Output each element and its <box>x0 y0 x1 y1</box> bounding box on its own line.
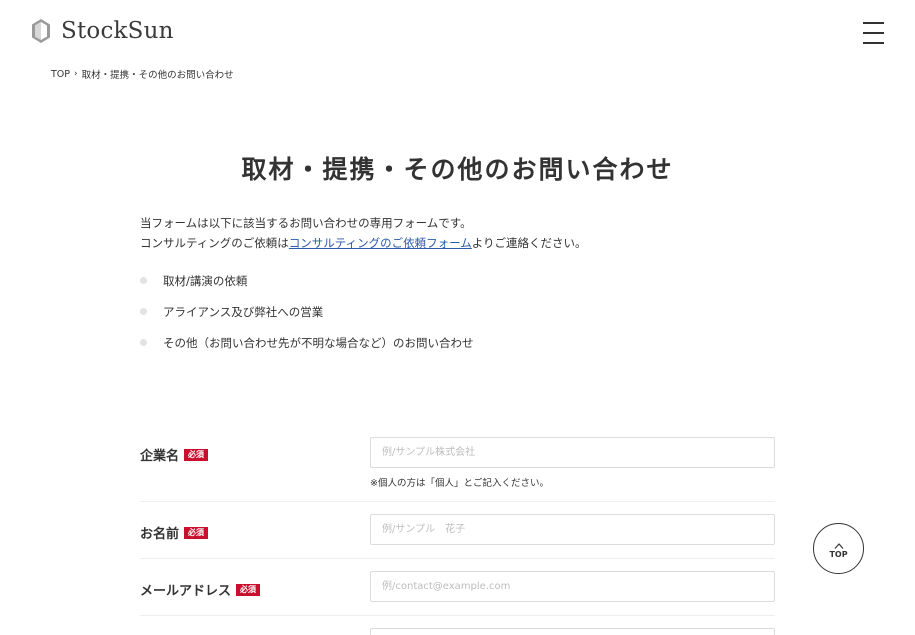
list-item-label: 取材/講演の依頼 <box>163 274 248 288</box>
breadcrumb-home-link[interactable]: TOP <box>51 69 70 80</box>
bullet-dot-icon <box>140 308 147 315</box>
intro-line-2: コンサルティングのご依頼はコンサルティングのご依頼フォームよりご連絡ください。 <box>140 233 587 253</box>
form-row-name: お名前 必須 <box>140 502 775 559</box>
intro-line-2-suffix: よりご連絡ください。 <box>471 236 587 250</box>
required-badge: 必須 <box>236 583 261 596</box>
form-row-next <box>140 616 775 635</box>
hexagon-logo-icon <box>31 18 51 44</box>
breadcrumb-separator: › <box>74 69 78 79</box>
list-item: アライアンス及び弊社への営業 <box>140 303 474 334</box>
intro-line-2-prefix: コンサルティングのご依頼は <box>140 236 289 250</box>
breadcrumb: TOP › 取材・提携・その他のお問い合わせ <box>51 67 234 82</box>
breadcrumb-current: 取材・提携・その他のお問い合わせ <box>81 70 234 81</box>
company-input[interactable] <box>370 437 775 468</box>
form-row-email: メールアドレス 必須 <box>140 559 775 616</box>
consulting-form-link[interactable]: コンサルティングのご依頼フォーム <box>289 236 472 250</box>
scroll-to-top-button[interactable]: TOP <box>813 523 864 574</box>
list-item: 取材/講演の依頼 <box>140 272 474 303</box>
next-field-input[interactable] <box>370 628 775 635</box>
intro-line-1: 当フォームは以下に該当するお問い合わせの専用フォームです。 <box>140 216 472 230</box>
name-label-text: お名前 <box>140 527 180 542</box>
chevron-up-icon <box>834 535 844 549</box>
purpose-list: 取材/講演の依頼 アライアンス及び弊社への営業 その他（お問い合わせ先が不明な場… <box>140 272 474 365</box>
email-label-text: メールアドレス <box>140 584 232 599</box>
scroll-to-top-label: TOP <box>829 550 848 559</box>
name-input[interactable] <box>370 514 775 545</box>
logo-text: StockSun <box>61 18 174 44</box>
required-badge: 必須 <box>184 448 209 461</box>
bullet-dot-icon <box>140 339 147 346</box>
email-label: メールアドレス 必須 <box>140 580 261 599</box>
form-row-company: 企業名 必須 ※個人の方は「個人」とご記入ください。 <box>140 437 775 502</box>
list-item: その他（お問い合わせ先が不明な場合など）のお問い合わせ <box>140 334 474 365</box>
email-input[interactable] <box>370 571 775 602</box>
intro-text: 当フォームは以下に該当するお問い合わせの専用フォームです。 コンサルティングのご… <box>140 213 587 253</box>
company-label: 企業名 必須 <box>140 445 209 464</box>
name-label: お名前 必須 <box>140 523 209 542</box>
list-item-label: その他（お問い合わせ先が不明な場合など）のお問い合わせ <box>163 336 474 350</box>
bullet-dot-icon <box>140 277 147 284</box>
hamburger-menu-icon[interactable] <box>863 22 884 44</box>
contact-form: 企業名 必須 ※個人の方は「個人」とご記入ください。 お名前 必須 メールアドレ… <box>140 437 775 635</box>
company-note: ※個人の方は「個人」とご記入ください。 <box>370 478 549 489</box>
required-badge: 必須 <box>184 526 209 539</box>
site-logo[interactable]: StockSun <box>31 18 174 44</box>
site-header: StockSun <box>0 0 915 60</box>
page-title: 取材・提携・その他のお問い合わせ <box>241 155 674 184</box>
company-label-text: 企業名 <box>140 449 180 464</box>
list-item-label: アライアンス及び弊社への営業 <box>163 305 324 319</box>
